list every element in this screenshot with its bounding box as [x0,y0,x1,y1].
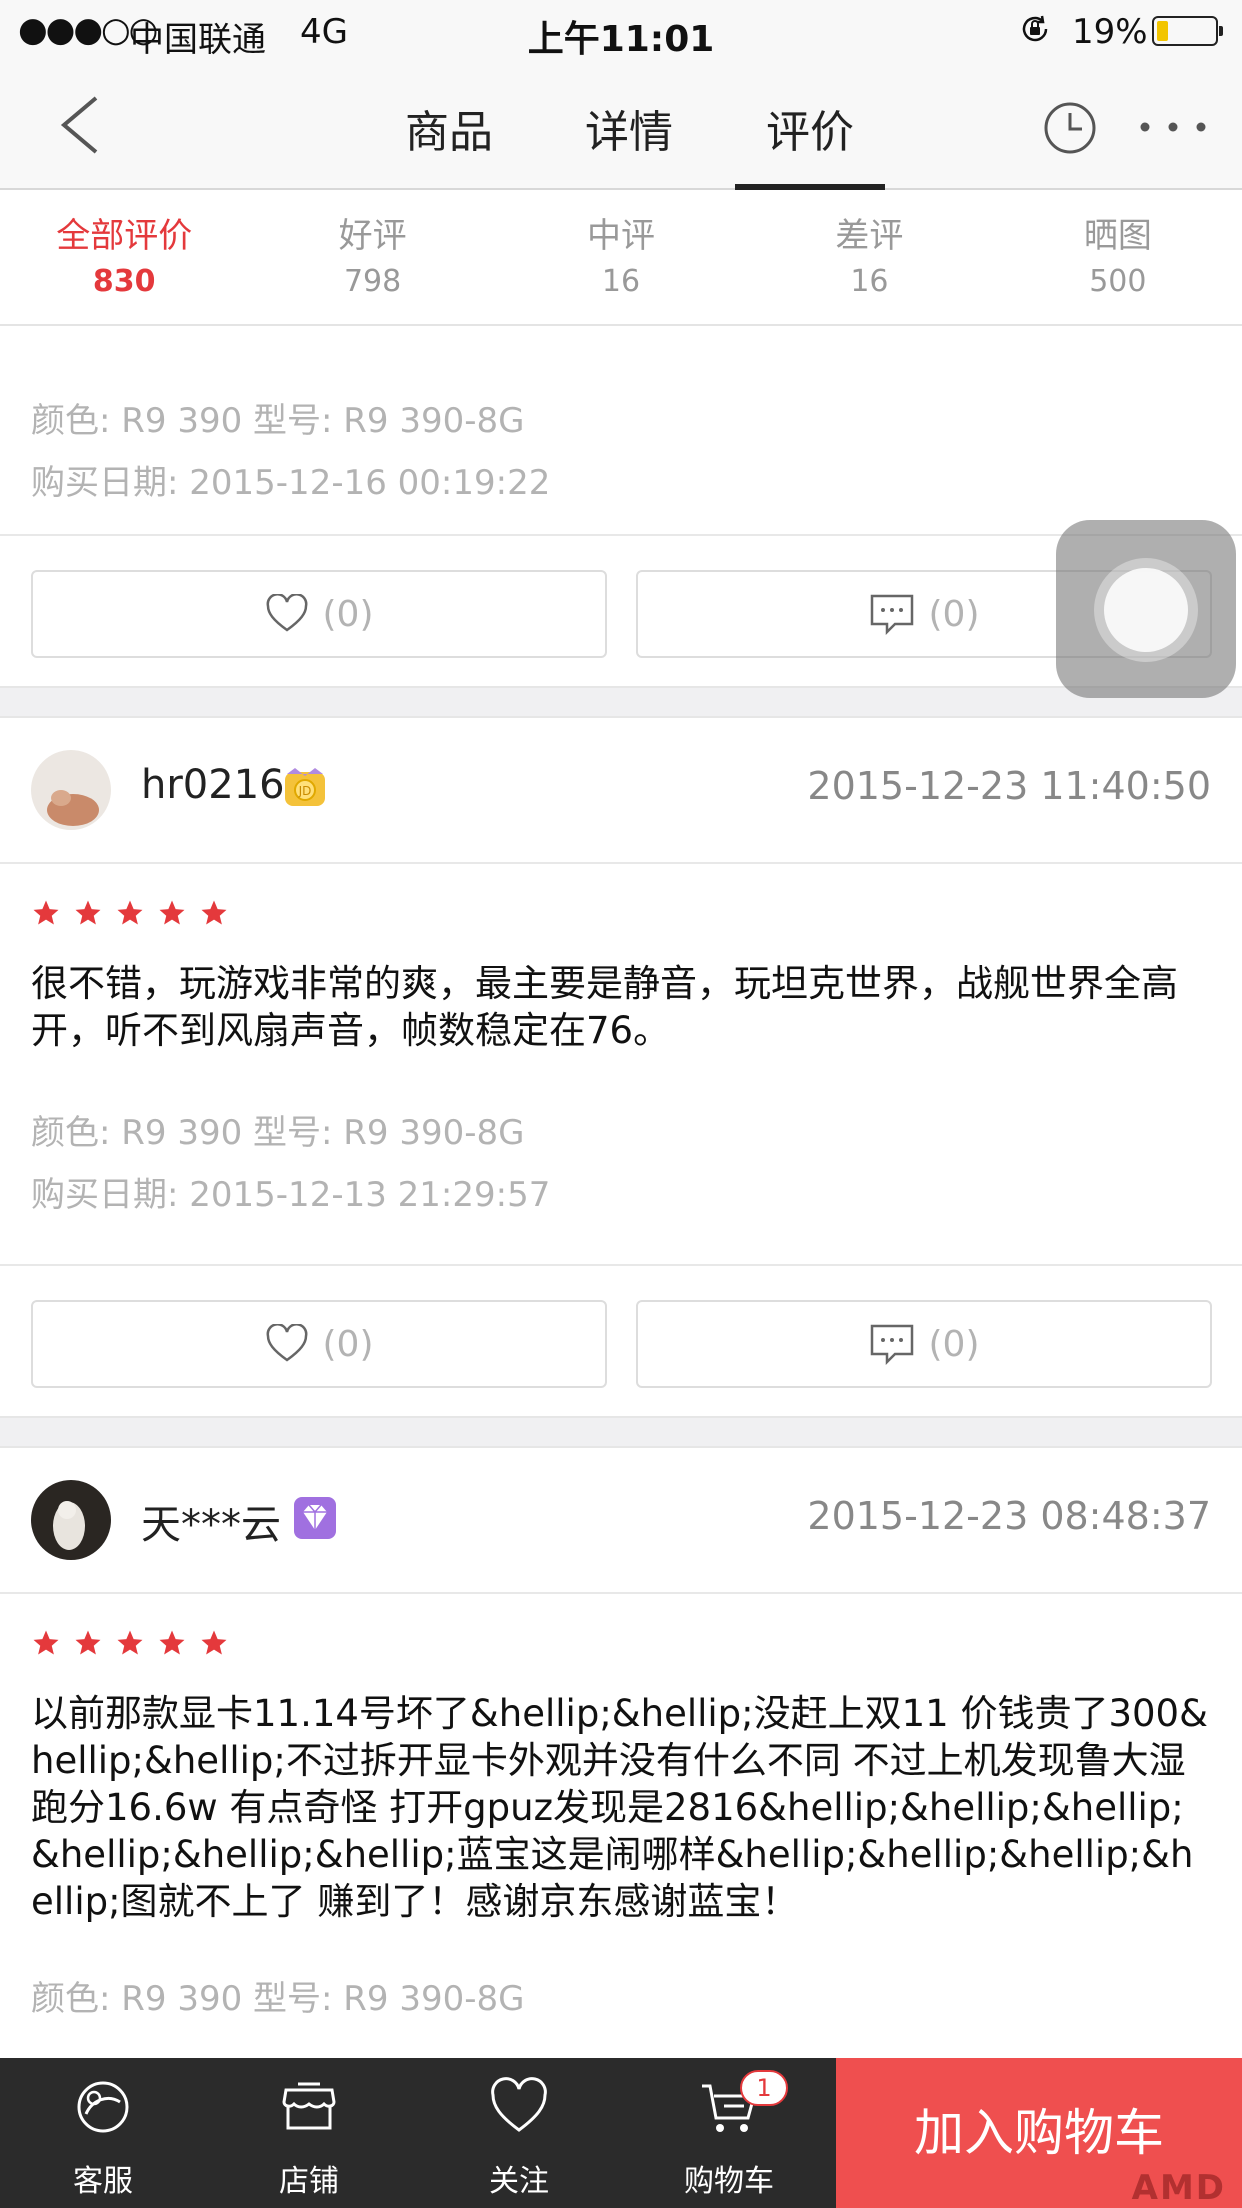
active-tab-indicator [735,184,885,190]
star-icon [115,898,157,928]
comment-count: (0) [928,1323,980,1365]
heart-outline-icon [266,1324,307,1362]
review-actions: (0) (0) [0,1266,1242,1416]
heart-icon [491,2077,547,2132]
battery-level [1157,21,1168,41]
filter-label: 差评 [835,216,904,256]
filter-count: 500 [1089,264,1147,299]
filter-positive[interactable]: 好评 798 [248,192,496,324]
tab-details[interactable]: 详情 [554,96,704,160]
filter-neutral[interactable]: 中评 16 [497,192,745,324]
product-spec: 颜色: R9 390 型号: R9 390-8G [31,1113,525,1153]
cart-count-badge: 1 [740,2070,788,2106]
filter-label: 好评 [338,216,407,256]
more-options-icon[interactable] [1138,120,1208,134]
heart-outline-icon [266,594,307,632]
filter-label: 晒图 [1083,216,1152,256]
filter-label: 中评 [587,216,656,256]
comment-bubble-icon [870,594,913,636]
review-date: 2015-12-23 08:48:37 [807,1494,1211,1538]
like-count: (0) [322,1323,374,1365]
filter-count: 830 [92,264,156,299]
review-card: 天***云 2015-12-23 08:48:37 以前那款显卡11.14号坏了… [0,1448,1242,2048]
star-icon [157,898,199,928]
filter-label: 全部评价 [56,216,193,256]
star-icon [199,1628,241,1658]
filter-negative[interactable]: 差评 16 [745,192,993,324]
review-text: 以前那款显卡11.14号坏了&hellip;&hellip;没赶上双11 价钱贵… [31,1692,1208,1923]
svg-text:JD: JD [298,784,312,798]
jd-member-badge-icon: JD [285,768,325,806]
status-bar: ●●●○○ 中国联通 4G 上午11:01 19% [0,0,1242,62]
purchase-date: 购买日期: 2015-12-16 00:19:22 [31,463,551,503]
filter-all[interactable]: 全部评价 830 [0,192,248,324]
follow-button[interactable]: 关注 [444,2058,594,2208]
star-icon [73,898,115,928]
customer-service-button[interactable]: 客服 [28,2058,178,2208]
star-icon [73,1628,115,1658]
username: hr0216 [141,762,285,808]
star-rating [0,864,1242,950]
review-filter-tabs: 全部评价 830 好评 798 中评 16 差评 16 晒图 500 [0,192,1242,326]
product-spec: 颜色: R9 390 型号: R9 390-8G [31,401,525,441]
diamond-badge-icon [294,1497,336,1539]
battery-icon [1152,16,1223,46]
shop-button[interactable]: 店铺 [234,2058,384,2208]
star-rating [0,1594,1242,1680]
history-clock-icon[interactable] [1042,100,1098,156]
like-count: (0) [322,593,374,635]
filter-count: 16 [850,264,889,299]
filter-photos[interactable]: 晒图 500 [994,192,1242,324]
like-button[interactable]: (0) [31,570,607,658]
review-text: 很不错，玩游戏非常的爽，最主要是静音，玩坦克世界，战舰世界全高开，听不到风扇声音… [31,962,1178,1052]
avatar[interactable] [31,1480,111,1560]
review-meta: 颜色: R9 390 型号: R9 390-8G 购买日期: 2015-12-1… [0,328,1242,536]
nav-bar: 商品 详情 评价 [0,62,1242,190]
review-date: 2015-12-23 11:40:50 [807,764,1211,808]
comment-button[interactable]: (0) [636,1300,1212,1388]
card-separator [0,1416,1242,1448]
bottom-action-bar: 客服 店铺 关注 1 购物车 加入购物车 AMD [0,2058,1242,2208]
tab-product[interactable]: 商品 [374,96,524,160]
bottom-bar-label: 店铺 [279,2164,339,2199]
star-icon [199,898,241,928]
review-header: hr0216 JD 2015-12-23 11:40:50 [0,718,1242,864]
bottom-bar-label: 关注 [489,2164,549,2199]
bottom-bar-label: 客服 [73,2164,133,2199]
amd-watermark: AMD [1131,2168,1226,2208]
username: 天***云 [141,1502,281,1548]
filter-count: 798 [343,264,402,299]
clock-time: 上午11:01 [527,19,715,60]
assistive-touch-button[interactable] [1056,520,1236,698]
review-meta: 颜色: R9 390 型号: R9 390-8G 购买日期: 2015-12-1… [0,1052,1242,1266]
filter-count: 16 [601,264,641,299]
star-icon [31,1628,73,1658]
headset-icon [77,2081,129,2133]
back-arrow-icon[interactable] [52,92,112,158]
review-meta: 颜色: R9 390 型号: R9 390-8G [0,1968,1242,2048]
comment-bubble-icon [870,1324,913,1366]
review-header: 天***云 2015-12-23 08:48:37 [0,1448,1242,1594]
product-spec: 颜色: R9 390 型号: R9 390-8G [31,1979,525,2019]
purchase-date: 购买日期: 2015-12-13 21:29:57 [31,1175,551,1215]
comment-count: (0) [928,593,980,635]
battery-percent: 19% [1072,12,1148,52]
review-card: hr0216 JD 2015-12-23 11:40:50 很不错，玩游戏非常的… [0,718,1242,1416]
star-icon [115,1628,157,1658]
star-icon [31,898,73,928]
bottom-bar-label: 购物车 [684,2164,774,2199]
shop-icon [282,2082,336,2130]
rotation-lock-icon [1022,15,1048,42]
card-separator [0,686,1242,718]
like-button[interactable]: (0) [31,1300,607,1388]
assistive-touch-dot [1104,568,1188,652]
tab-reviews[interactable]: 评价 [735,96,885,160]
cart-button[interactable]: 1 购物车 [654,2058,804,2208]
avatar[interactable] [31,750,111,830]
star-icon [157,1628,199,1658]
